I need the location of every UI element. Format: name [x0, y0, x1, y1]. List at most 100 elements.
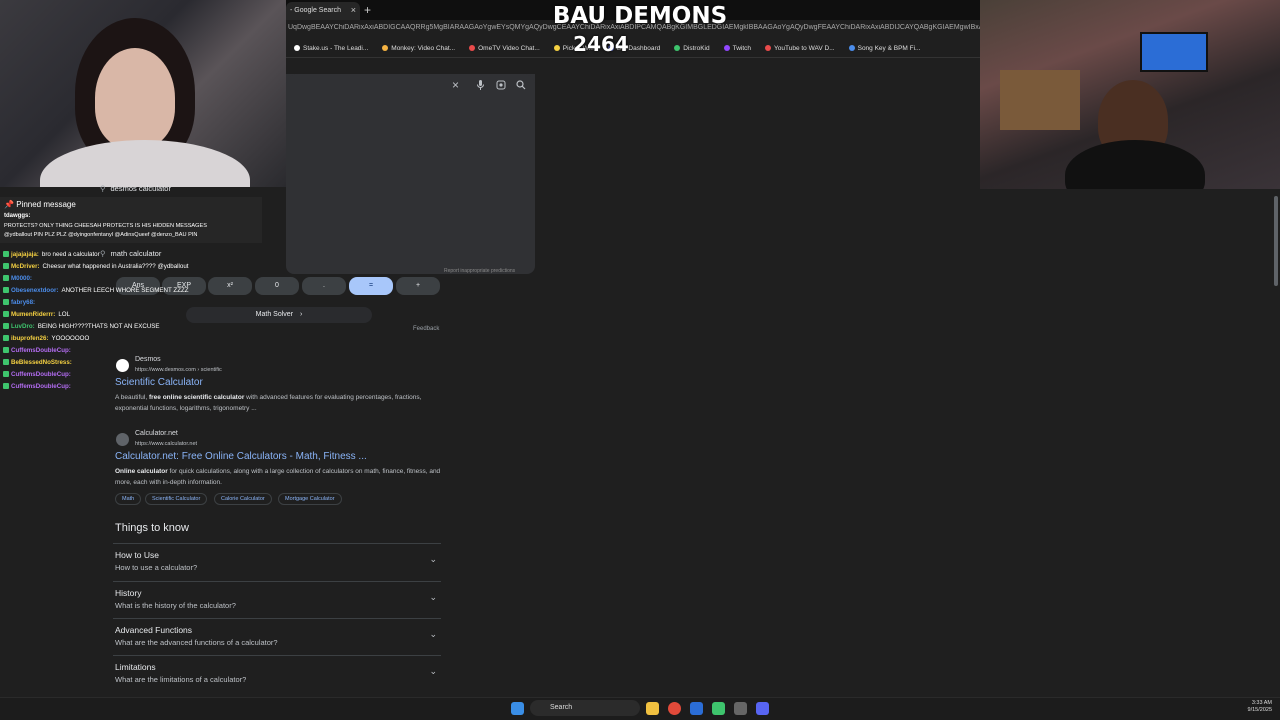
accordion-advanced-functions[interactable]: Advanced Functions What are the advanced… — [113, 618, 441, 655]
app-icon[interactable] — [712, 702, 725, 715]
bookmark-label: Stake.us - The Leadi... — [303, 45, 369, 52]
pinned-header: 📌 Pinned message — [4, 200, 76, 209]
overlay-title: BAU DEMONS — [552, 3, 728, 29]
pinned-text: PROTECTS? ONLY THING CHEESAH PROTECTS IS… — [4, 223, 207, 229]
overlay-count: 2464 — [573, 32, 629, 56]
chat-username[interactable]: M0000: — [11, 275, 32, 282]
calc-key-zero[interactable]: 0 — [255, 277, 299, 295]
search-icon: ⚲ — [100, 184, 106, 193]
tv-screen — [1140, 32, 1208, 72]
chat-message: fabry68: — [3, 299, 38, 306]
bookmark-item[interactable]: YouTube to WAV D... — [765, 45, 835, 52]
sitelink-chip[interactable]: Calorie Calculator — [214, 493, 272, 505]
windows-start-icon[interactable] — [511, 702, 524, 715]
steam-icon[interactable] — [690, 702, 703, 715]
desmos-favicon-icon — [116, 359, 129, 372]
accordion-title: History — [115, 588, 142, 598]
bookmark-favicon-icon — [765, 45, 772, 51]
new-tab-button[interactable]: + — [364, 3, 371, 17]
snippet-text: A beautiful, — [115, 394, 149, 401]
chat-username[interactable]: fabry68: — [11, 299, 35, 306]
tab-google-search[interactable]: - Google Search × — [286, 2, 360, 20]
suggestion-item[interactable]: ⚲ math calculator — [100, 249, 161, 258]
sitelink-chip[interactable]: Mortgage Calculator — [278, 493, 342, 505]
bookmark-item[interactable]: Song Key & BPM Fi... — [848, 45, 920, 52]
chevron-down-icon: ⌄ — [429, 666, 437, 676]
snippet-bold: Online calculator — [115, 468, 168, 475]
bookmark-favicon-icon — [469, 45, 476, 51]
lens-icon[interactable] — [496, 80, 506, 93]
accordion-subtitle: How to use a calculator? — [115, 563, 198, 572]
result-url[interactable]: https://www.desmos.com › scientific — [135, 367, 222, 373]
calc-key-square[interactable]: x² — [208, 277, 252, 295]
chat-text: BEING HIGH????THATS NOT AN EXCUSE — [37, 323, 160, 330]
clock-time: 3:33 AM — [1251, 700, 1272, 706]
tab-close-icon[interactable]: × — [351, 5, 356, 15]
math-solver-button[interactable]: Math Solver › — [186, 307, 372, 323]
bookmark-label: Monkey: Video Chat... — [391, 45, 456, 52]
chat-badge-icon — [3, 371, 9, 377]
chat-text: ANOTHER LEECH WHORE SEGMENT ZZZZ — [61, 287, 189, 294]
pin-icon: 📌 — [4, 200, 14, 209]
scroll-thumb[interactable] — [1274, 196, 1278, 286]
bookmark-favicon-icon — [294, 45, 300, 51]
accordion-title: Advanced Functions — [115, 625, 193, 635]
sitelink-chip[interactable]: Scientific Calculator — [145, 493, 208, 505]
chat-username[interactable]: CuffemsDoubleCup: — [11, 371, 71, 378]
chat-username[interactable]: CuffemsDoubleCup: — [11, 383, 71, 390]
system-clock[interactable]: 3:33 AM 9/15/2025 — [1240, 700, 1272, 714]
chrome-icon[interactable] — [668, 702, 681, 715]
accordion-title: How to Use — [115, 550, 159, 560]
calc-key-plus[interactable]: + — [396, 277, 440, 295]
search-icon[interactable] — [516, 80, 526, 93]
feedback-link[interactable]: Feedback — [413, 326, 439, 332]
accordion-subtitle: What are the advanced functions of a cal… — [115, 638, 278, 647]
result-site-name[interactable]: Calculator.net — [135, 430, 178, 437]
discord-icon[interactable] — [756, 702, 769, 715]
mic-icon[interactable] — [476, 80, 485, 94]
bookmark-item[interactable]: Stake.us - The Leadi... — [294, 45, 368, 52]
chat-username[interactable]: CuffemsDoubleCup: — [11, 347, 71, 354]
accordion-how-to-use[interactable]: How to Use How to use a calculator? ⌄ — [113, 543, 441, 580]
result-title[interactable]: Calculator.net: Free Online Calculators … — [115, 451, 367, 462]
chat-username[interactable]: MumenRiderrr: — [11, 311, 55, 318]
accordion-limitations[interactable]: Limitations What are the limitations of … — [113, 655, 441, 692]
chat-message: BeBlessedNoStress: — [3, 359, 75, 366]
bookmark-item[interactable]: Twitch — [723, 45, 751, 52]
app-icon[interactable] — [734, 702, 747, 715]
bookmark-favicon-icon — [848, 45, 855, 51]
suggestion-label: math calculator — [110, 249, 162, 258]
chat-username[interactable]: BeBlessedNoStress: — [11, 359, 72, 366]
taskbar-search[interactable]: Search — [530, 700, 640, 716]
chat-message: ibuprofen26: YOOOOOOO — [3, 335, 89, 342]
chat-username[interactable]: Obesenextdoor: — [11, 287, 58, 294]
suggestion-item[interactable]: ⚲ desmos calculator — [100, 184, 171, 193]
globe-favicon-icon — [116, 433, 129, 446]
chat-badge-icon — [3, 263, 9, 269]
result-site-name[interactable]: Desmos — [135, 356, 161, 363]
clear-icon[interactable]: × — [452, 78, 459, 92]
chat-badge-icon — [3, 287, 9, 293]
file-explorer-icon[interactable] — [646, 702, 659, 715]
calc-key-equals[interactable]: = — [349, 277, 393, 295]
report-predictions-link[interactable]: Report inappropriate predictions — [444, 268, 515, 274]
chat-message: McDriver: Cheesur what happened in Austra… — [3, 263, 189, 270]
chat-username[interactable]: LuvDro: — [11, 323, 35, 330]
bookmark-item[interactable]: Monkey: Video Chat... — [382, 45, 455, 52]
result-url[interactable]: https://www.calculator.net — [135, 441, 197, 447]
chat-text: LOL — [58, 311, 71, 318]
result-snippet: A beautiful, free online scientific calc… — [115, 392, 445, 414]
chat-message: Obesenextdoor: ANOTHER LEECH WHORE SEGMEN… — [3, 287, 189, 294]
pinned-label: Pinned message — [16, 200, 76, 209]
bookmark-label: YouTube to WAV D... — [774, 45, 835, 52]
chevron-down-icon: ⌄ — [429, 629, 437, 639]
pinned-user: tdawggs: — [4, 213, 31, 219]
chat-username[interactable]: McDriver: — [11, 263, 40, 270]
calc-key-decimal[interactable]: . — [302, 277, 346, 295]
chat-username[interactable]: ibuprofen26: — [11, 335, 48, 342]
chat-text: bro need a calculator — [41, 251, 100, 258]
sitelink-chip[interactable]: Math — [115, 493, 142, 505]
result-title[interactable]: Scientific Calculator — [115, 377, 203, 388]
accordion-history[interactable]: History What is the history of the calcu… — [113, 581, 441, 618]
chat-username[interactable]: jajajajaja: — [11, 251, 39, 258]
